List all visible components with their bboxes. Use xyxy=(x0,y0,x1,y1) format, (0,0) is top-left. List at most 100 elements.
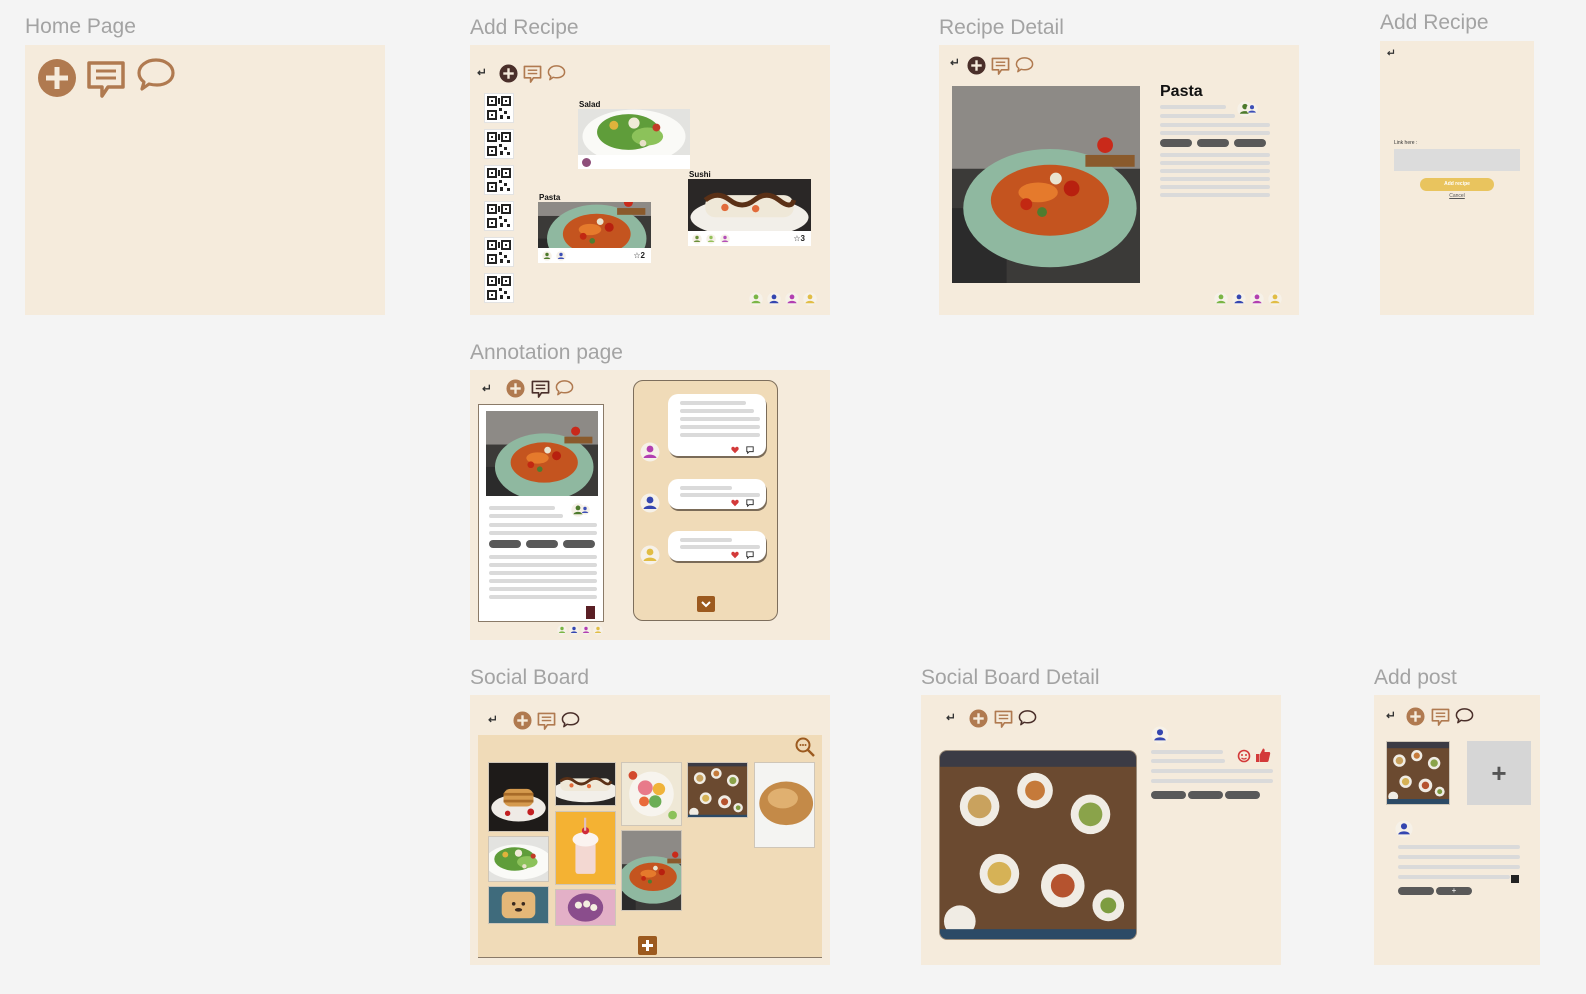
post-photo xyxy=(939,750,1137,940)
chat-bubble-icon[interactable] xyxy=(1455,707,1474,726)
qr-code[interactable] xyxy=(484,237,514,267)
comment-icon[interactable] xyxy=(746,446,754,454)
text-line xyxy=(1160,123,1270,127)
recipe-preview-card[interactable] xyxy=(478,404,604,622)
link-input[interactable] xyxy=(1394,149,1520,171)
chat-bubble-icon[interactable] xyxy=(1015,56,1034,75)
user-avatar-icon[interactable] xyxy=(640,545,660,565)
comment-bubble[interactable] xyxy=(668,394,766,456)
chat-bubble-icon[interactable] xyxy=(555,379,574,398)
back-arrow-icon[interactable] xyxy=(481,383,491,393)
tag-pill[interactable] xyxy=(1151,791,1186,799)
user-avatar-icon[interactable] xyxy=(1151,726,1169,744)
user-avatar-icon[interactable] xyxy=(749,292,763,306)
tag-pill[interactable] xyxy=(563,540,595,548)
recipe-card-pasta[interactable]: ☆2 xyxy=(538,202,651,263)
user-avatar-icon[interactable] xyxy=(803,292,817,306)
thumbs-up-icon[interactable] xyxy=(1255,747,1271,763)
qr-code[interactable] xyxy=(484,93,514,123)
text-line xyxy=(680,417,760,421)
tag-pill[interactable] xyxy=(1197,139,1229,147)
tag-pill[interactable] xyxy=(1398,887,1434,895)
notes-icon[interactable] xyxy=(531,380,550,399)
chat-bubble-icon[interactable] xyxy=(561,711,580,730)
user-avatar-icon[interactable] xyxy=(785,292,799,306)
comment-icon[interactable] xyxy=(746,499,754,507)
user-avatar-icon[interactable] xyxy=(1250,292,1264,306)
add-tag-button[interactable]: + xyxy=(1436,887,1472,895)
plus-circle-icon[interactable] xyxy=(1406,707,1425,726)
heart-icon[interactable] xyxy=(731,551,739,559)
user-avatar-icon[interactable] xyxy=(593,625,603,635)
chat-bubble-icon[interactable] xyxy=(136,56,176,96)
zoom-icon[interactable] xyxy=(795,737,815,757)
comment-icon[interactable] xyxy=(746,551,754,559)
qr-code[interactable] xyxy=(484,129,514,159)
user-avatar-icon[interactable] xyxy=(1268,292,1282,306)
user-avatar-icon[interactable] xyxy=(767,292,781,306)
post-thumbnail[interactable] xyxy=(488,886,549,924)
plus-circle-icon[interactable] xyxy=(37,58,77,98)
notes-icon[interactable] xyxy=(994,710,1013,729)
qr-code[interactable] xyxy=(484,165,514,195)
post-thumbnail[interactable] xyxy=(555,811,616,885)
tag-pill[interactable] xyxy=(1160,139,1192,147)
tag-pill[interactable] xyxy=(1234,139,1266,147)
notes-icon[interactable] xyxy=(1431,708,1450,727)
chat-bubble-icon[interactable] xyxy=(1018,709,1037,728)
heart-icon[interactable] xyxy=(731,499,739,507)
chevron-down-icon[interactable] xyxy=(697,596,715,612)
user-avatar-icon[interactable] xyxy=(581,625,591,635)
back-arrow-icon[interactable] xyxy=(1386,48,1395,57)
plus-circle-icon[interactable] xyxy=(499,64,518,83)
notes-icon[interactable] xyxy=(523,65,542,84)
post-thumbnail[interactable] xyxy=(621,762,682,826)
back-arrow-icon[interactable] xyxy=(949,57,959,67)
add-post-button[interactable] xyxy=(638,936,657,955)
recipe-card-sushi[interactable]: ☆3 xyxy=(688,179,811,246)
plus-circle-icon[interactable] xyxy=(513,711,532,730)
user-avatar-icon[interactable] xyxy=(1232,292,1246,306)
post-thumbnail[interactable] xyxy=(555,762,616,806)
qr-code[interactable] xyxy=(484,273,514,303)
add-recipe-button[interactable]: Add recipe xyxy=(1420,178,1494,191)
chat-bubble-icon[interactable] xyxy=(547,64,566,83)
recipe-card-salad[interactable] xyxy=(578,109,690,169)
user-avatar-icon[interactable] xyxy=(569,625,579,635)
notes-icon[interactable] xyxy=(86,60,126,100)
heart-icon[interactable] xyxy=(731,446,739,454)
plus-circle-icon[interactable] xyxy=(967,56,986,75)
plus-circle-icon[interactable] xyxy=(969,709,988,728)
text-line xyxy=(1160,185,1270,189)
notes-icon[interactable] xyxy=(991,57,1010,76)
plus-circle-icon[interactable] xyxy=(506,379,525,398)
user-avatar-icon[interactable] xyxy=(640,442,660,462)
post-thumbnail[interactable] xyxy=(488,762,549,832)
notes-icon[interactable] xyxy=(537,712,556,731)
comment-bubble[interactable] xyxy=(668,479,766,509)
tag-pill[interactable] xyxy=(489,540,521,548)
user-avatar-icon[interactable] xyxy=(557,625,567,635)
cancel-link[interactable]: Cancel xyxy=(1380,193,1534,199)
bookmark-icon[interactable] xyxy=(586,606,595,619)
back-arrow-icon[interactable] xyxy=(945,712,955,722)
resize-handle[interactable] xyxy=(1511,875,1519,883)
back-arrow-icon[interactable] xyxy=(1385,710,1395,720)
tag-pill[interactable] xyxy=(1188,791,1223,799)
post-thumbnail[interactable] xyxy=(555,889,616,926)
back-arrow-icon[interactable] xyxy=(487,714,497,724)
tag-pill[interactable] xyxy=(526,540,558,548)
selected-photo[interactable] xyxy=(1386,741,1450,805)
tag-pill[interactable] xyxy=(1225,791,1260,799)
post-thumbnail[interactable] xyxy=(754,762,815,848)
qr-code[interactable] xyxy=(484,201,514,231)
post-thumbnail[interactable] xyxy=(687,762,748,818)
reaction-icon[interactable] xyxy=(1237,749,1253,763)
user-avatar-icon[interactable] xyxy=(640,493,660,513)
post-thumbnail[interactable] xyxy=(488,836,549,882)
post-thumbnail[interactable] xyxy=(621,830,682,911)
user-avatar-icon[interactable] xyxy=(1214,292,1228,306)
add-photo-button[interactable]: + xyxy=(1467,741,1531,805)
back-arrow-icon[interactable] xyxy=(476,67,486,77)
comment-bubble[interactable] xyxy=(668,531,766,561)
